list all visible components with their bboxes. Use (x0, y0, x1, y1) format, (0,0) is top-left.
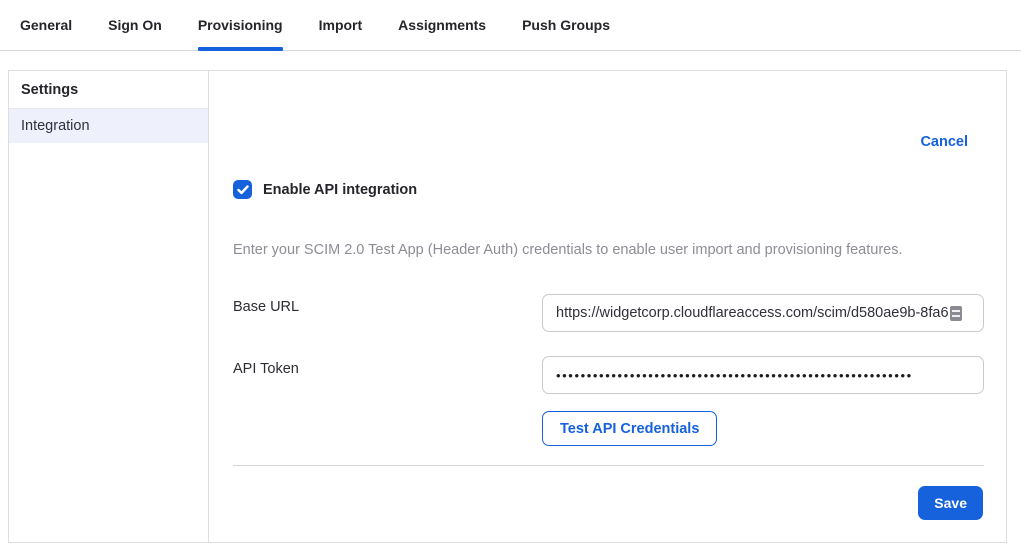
sidebar-header-settings: Settings (9, 71, 208, 109)
enable-api-integration-checkbox[interactable] (233, 180, 252, 199)
tab-general[interactable]: General (20, 0, 72, 51)
credentials-description: Enter your SCIM 2.0 Test App (Header Aut… (233, 242, 993, 258)
sidebar-item-integration[interactable]: Integration (9, 109, 208, 143)
enable-api-integration-row: Enable API integration (233, 180, 417, 199)
base-url-value: https://widgetcorp.cloudflareaccess.com/… (556, 305, 949, 321)
save-button[interactable]: Save (918, 486, 983, 520)
tab-push-groups[interactable]: Push Groups (522, 0, 610, 51)
tab-assignments[interactable]: Assignments (398, 0, 486, 51)
tab-provisioning[interactable]: Provisioning (198, 0, 283, 51)
cancel-link[interactable]: Cancel (920, 134, 968, 150)
integration-settings-content: Cancel Enable API integration Enter your… (209, 71, 1006, 542)
tab-sign-on[interactable]: Sign On (108, 0, 162, 51)
tab-import[interactable]: Import (319, 0, 363, 51)
base-url-label: Base URL (233, 299, 299, 315)
enable-api-integration-label: Enable API integration (263, 182, 417, 198)
checkmark-icon (237, 185, 249, 195)
text-overflow-indicator-icon (950, 306, 962, 321)
provisioning-panel: Settings Integration Cancel Enable API i… (8, 70, 1007, 543)
footer-divider (233, 465, 984, 466)
api-token-value: ••••••••••••••••••••••••••••••••••••••••… (556, 368, 913, 383)
api-token-input[interactable]: ••••••••••••••••••••••••••••••••••••••••… (542, 356, 984, 394)
settings-sidebar: Settings Integration (9, 71, 209, 542)
base-url-input[interactable]: https://widgetcorp.cloudflareaccess.com/… (542, 294, 984, 332)
api-token-label: API Token (233, 361, 299, 377)
app-tab-bar: General Sign On Provisioning Import Assi… (0, 0, 1021, 51)
test-api-credentials-button[interactable]: Test API Credentials (542, 411, 717, 446)
